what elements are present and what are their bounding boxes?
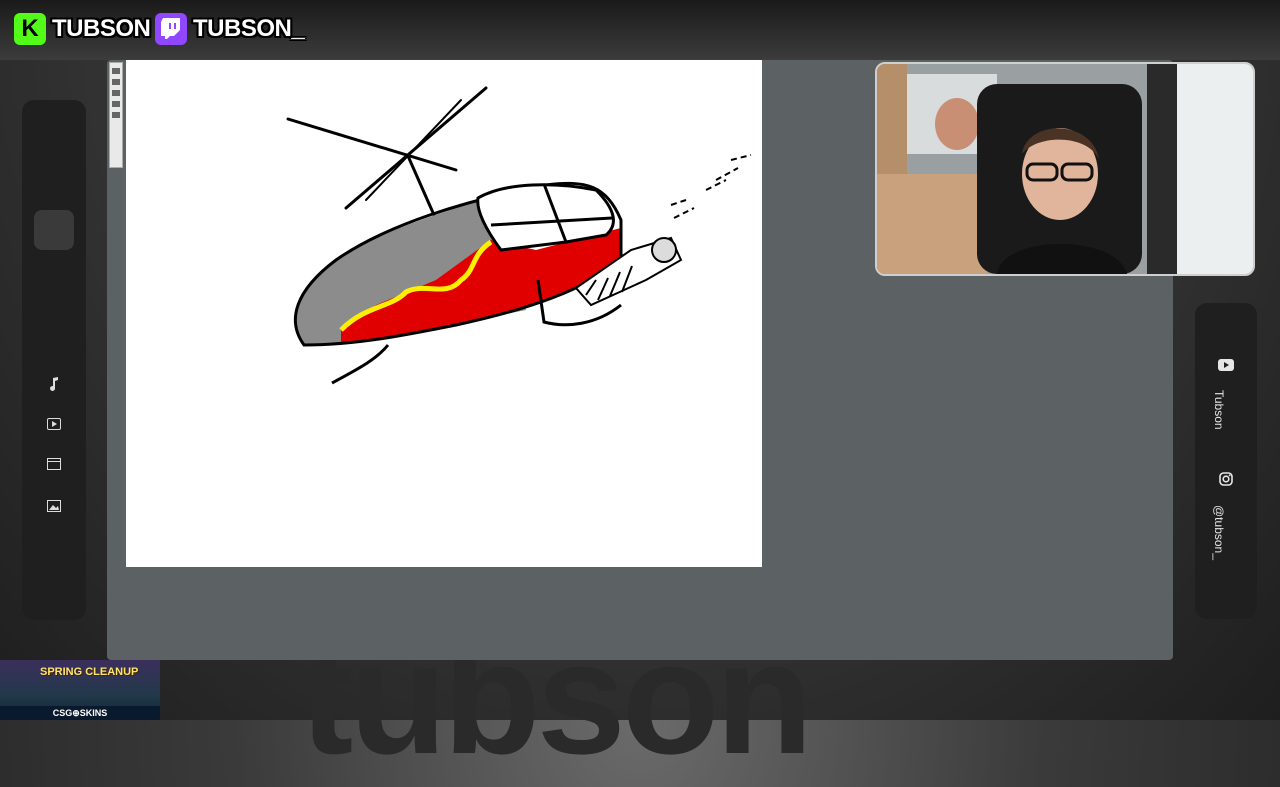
instagram-icon[interactable] [1214,467,1238,491]
pencil-tool-icon[interactable] [112,68,120,74]
avatar [34,210,74,250]
image-icon[interactable] [42,494,66,518]
promo-title: SPRING CLEANUP [40,666,139,678]
instagram-handle[interactable]: @tubson_ [1212,505,1226,560]
youtube-icon[interactable] [1214,353,1238,377]
twitch-brand: TUBSON_ [155,13,305,45]
twitch-logo-icon [155,13,187,45]
helicopter-drawing [286,86,752,385]
text-tool-icon[interactable] [112,112,120,118]
sponsor-banner[interactable]: SPRING CLEANUP CSG⊕SKINS [0,660,160,720]
kick-brand: K TUBSON [14,13,151,45]
brush-tool-icon[interactable] [112,79,120,85]
kick-logo-icon: K [14,13,46,45]
youtube-handle[interactable]: Tubson [1212,390,1226,430]
paint-toolbar[interactable] [109,62,123,168]
social-sidebar: Tubson @tubson_ [1195,303,1257,619]
sponsor-brand: CSG⊕SKINS [0,706,160,720]
play-box-icon[interactable] [42,412,66,436]
drawing-canvas[interactable] [126,60,762,567]
twitch-channel-name: TUBSON_ [193,15,305,42]
eraser-tool-icon[interactable] [112,90,120,96]
fill-tool-icon[interactable] [112,101,120,107]
music-note-icon[interactable] [42,372,66,396]
kick-channel-name: TUBSON [52,15,151,42]
webcam-overlay [875,62,1255,276]
clapperboard-icon[interactable] [42,452,66,476]
left-sidebar [22,100,86,620]
